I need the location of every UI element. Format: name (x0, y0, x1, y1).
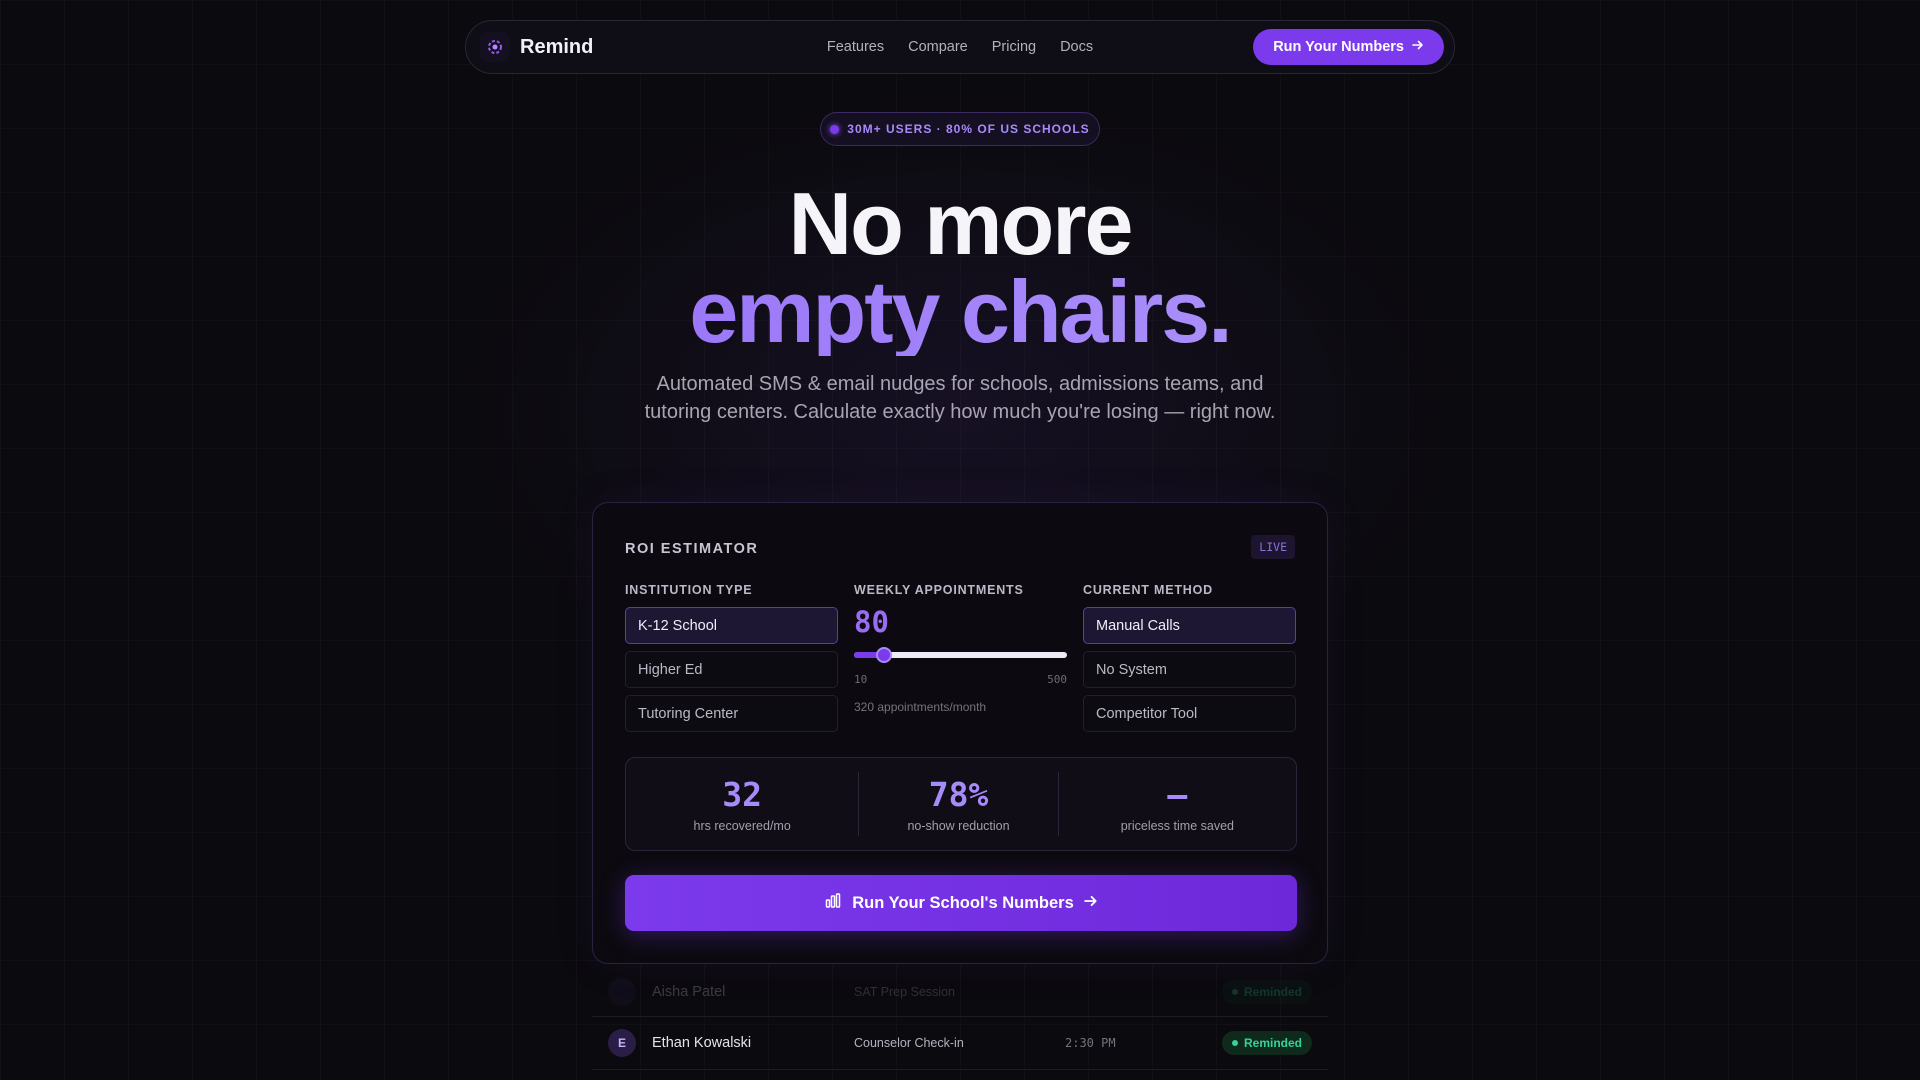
roi-stats-panel: 32 hrs recovered/mo 78% no-show reductio… (625, 757, 1297, 851)
current-method-group: CURRENT METHOD Manual Calls No System Co… (1083, 583, 1296, 739)
avatar (608, 978, 636, 1006)
status-dot-icon (1231, 989, 1238, 995)
run-your-numbers-button[interactable]: Run Your Numbers (1253, 29, 1444, 65)
weekly-appointments-value: 80 (854, 605, 889, 639)
stat-value: 32 (722, 775, 763, 814)
appointments-slider[interactable] (854, 647, 1067, 663)
appointment-name: Aisha Patel (652, 984, 726, 1000)
option-no-system[interactable]: No System (1083, 651, 1296, 688)
appointment-name: Ethan Kowalski (652, 1035, 752, 1051)
hero-title-line1: No more (788, 174, 1134, 273)
run-school-numbers-button[interactable]: Run Your School's Numbers (625, 875, 1297, 931)
institution-type-group: INSTITUTION TYPE K-12 School Higher Ed T… (625, 583, 838, 739)
stat-label: no-show reduction (907, 819, 1010, 833)
hero-title-line2: empty chairs. (0, 268, 1920, 356)
users-badge: 30M+ USERS · 80% OF US SCHOOLS (820, 112, 1100, 146)
nav-link-docs[interactable]: Docs (1060, 39, 1093, 55)
current-method-label: CURRENT METHOD (1083, 583, 1213, 597)
monthly-appointments-note: 320 appointments/month (854, 700, 987, 714)
list-item[interactable]: E Ethan Kowalski Counselor Check-in 2:30… (592, 1017, 1328, 1069)
stat-no-show-reduction: 78% no-show reduction (859, 758, 1057, 850)
option-tutoring-center[interactable]: Tutoring Center (625, 695, 838, 732)
option-manual-calls[interactable]: Manual Calls (1083, 607, 1296, 644)
roi-estimator-card: ROI ESTIMATOR LIVE INSTITUTION TYPE K-12… (592, 502, 1328, 964)
row-divider (592, 1069, 1328, 1070)
badge-dot-icon (830, 124, 840, 134)
brand-name: Remind (520, 35, 594, 58)
badge-text: 30M+ USERS · 80% OF US SCHOOLS (847, 122, 1090, 136)
status-label: Reminded (1243, 1036, 1302, 1050)
brand-logo[interactable]: Remind (480, 32, 593, 62)
appointment-time: 2:30 PM (1065, 1036, 1116, 1050)
logo-icon (480, 32, 510, 62)
appointment-type: Counselor Check-in (854, 1036, 964, 1050)
top-navbar: Remind Features Compare Pricing Docs Run… (465, 20, 1455, 74)
live-badge: LIVE (1251, 535, 1295, 559)
bar-chart-icon (824, 892, 842, 915)
stat-time-saved: — priceless time saved (1059, 758, 1296, 850)
slider-thumb[interactable] (876, 647, 893, 663)
slider-min: 10 (854, 673, 868, 686)
stat-value: 78% (928, 775, 989, 814)
hero-subtitle: Automated SMS & email nudges for schools… (644, 373, 1276, 423)
weekly-appointments-group: WEEKLY APPOINTMENTS 80 10 500 320 appoin… (854, 583, 1067, 714)
status-badge: Reminded (1221, 980, 1312, 1004)
roi-estimator-title: ROI ESTIMATOR (625, 541, 759, 557)
appointment-type: SAT Prep Session (854, 985, 955, 999)
run-school-numbers-label: Run Your School's Numbers (852, 893, 1074, 912)
status-dot-icon (1231, 1040, 1238, 1046)
list-item: Aisha Patel SAT Prep Session Reminded (592, 964, 1328, 1020)
arrow-right-icon (1083, 894, 1098, 913)
weekly-appointments-label: WEEKLY APPOINTMENTS (854, 583, 1024, 597)
option-higher-ed[interactable]: Higher Ed (625, 651, 838, 688)
status-label: Reminded (1243, 985, 1302, 999)
slider-range: 10 500 (854, 673, 1067, 686)
stat-label: priceless time saved (1120, 819, 1234, 833)
stat-label: hrs recovered/mo (693, 819, 791, 833)
nav-link-pricing[interactable]: Pricing (992, 39, 1036, 55)
stat-value: — (1167, 775, 1188, 814)
nav-link-compare[interactable]: Compare (908, 39, 968, 55)
slider-max: 500 (1047, 673, 1067, 686)
stat-hours-recovered: 32 hrs recovered/mo (626, 758, 858, 850)
nav-links: Features Compare Pricing Docs (827, 39, 1093, 55)
nav-link-features[interactable]: Features (827, 39, 884, 55)
institution-type-label: INSTITUTION TYPE (625, 583, 753, 597)
option-competitor-tool[interactable]: Competitor Tool (1083, 695, 1296, 732)
option-k12-school[interactable]: K-12 School (625, 607, 838, 644)
status-badge: Reminded (1221, 1031, 1312, 1055)
avatar: E (608, 1029, 636, 1057)
run-your-numbers-label: Run Your Numbers (1273, 39, 1404, 55)
arrow-right-icon (1412, 39, 1424, 55)
